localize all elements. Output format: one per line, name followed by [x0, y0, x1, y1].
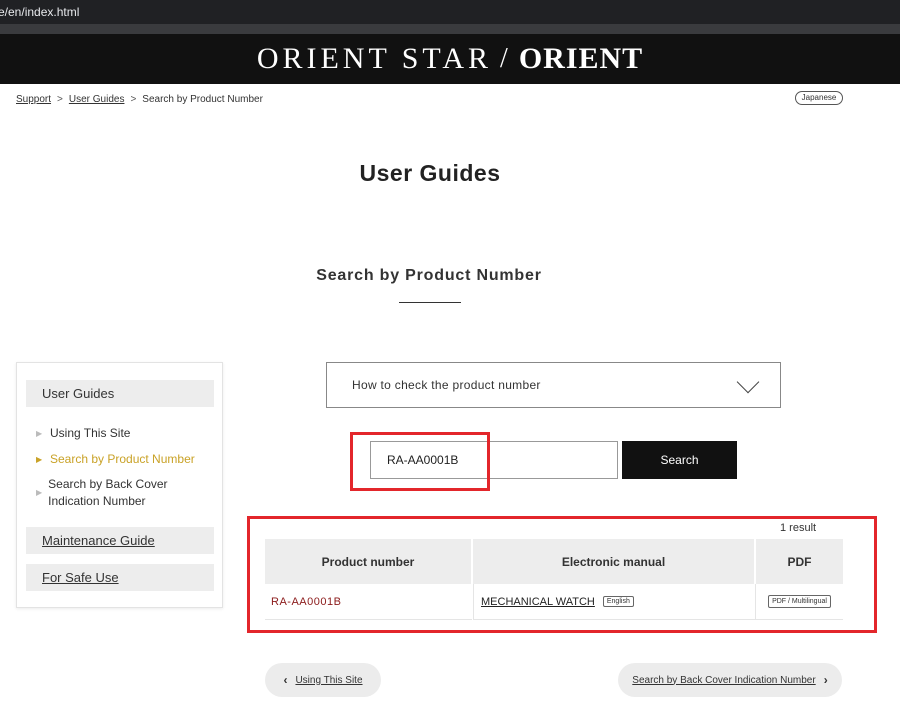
breadcrumb-separator: > — [57, 94, 63, 105]
brand-logo[interactable]: ORIENT STAR / ORIENT — [257, 42, 643, 76]
breadcrumb: Support > User Guides > Search by Produc… — [16, 94, 263, 105]
triangle-right-icon: ▶ — [36, 455, 43, 464]
section-title: Search by Product Number — [316, 267, 542, 284]
sidebar-item-search-product-number[interactable]: ▶ Search by Product Number — [36, 451, 195, 468]
brand-orient: ORIENT — [518, 42, 644, 75]
sidebar: User Guides ▶ Using This Site ▶ Search b… — [16, 362, 223, 608]
chevron-down-icon — [736, 370, 760, 394]
sidebar-item-using-this-site[interactable]: ▶ Using This Site — [36, 425, 130, 442]
sidebar-maintenance-guide[interactable]: Maintenance Guide — [26, 527, 214, 554]
prev-page-label: Using This Site — [295, 674, 363, 686]
sidebar-item-search-back-cover[interactable]: ▶ Search by Back Cover Indication Number — [36, 476, 196, 510]
highlight-box-search — [350, 432, 490, 491]
result-count: 1 result — [780, 522, 817, 534]
sidebar-item-label: Search by Back Cover Indication Number — [48, 477, 168, 508]
breadcrumb-support[interactable]: Support — [16, 94, 51, 105]
brand-orient-star: ORIENT STAR — [256, 42, 493, 75]
sidebar-header: User Guides — [26, 380, 214, 407]
howto-label: How to check the product number — [352, 378, 541, 392]
browser-address-bar[interactable]: e/en/index.html — [0, 0, 900, 24]
column-header-pdf: PDF — [756, 539, 843, 584]
sidebar-item-label: Using This Site — [50, 426, 131, 440]
sidebar-safe-use[interactable]: For Safe Use — [26, 564, 214, 591]
site-header: ORIENT STAR / ORIENT — [0, 34, 900, 84]
chevron-right-icon: › — [823, 673, 828, 687]
breadcrumb-separator: > — [130, 94, 137, 105]
result-pdf-cell: PDF / Multilingual — [755, 584, 843, 620]
breadcrumb-current: Search by Product Number — [142, 94, 263, 105]
next-page-label: Search by Back Cover Indication Number — [632, 674, 816, 686]
browser-toolbar-gap — [0, 24, 900, 34]
language-badge: English — [602, 596, 634, 607]
prev-page-button[interactable]: ‹ Using This Site — [265, 663, 381, 697]
triangle-right-icon: ▶ — [36, 488, 43, 497]
pdf-download-link[interactable]: PDF / Multilingual — [768, 595, 831, 608]
result-manual-link[interactable]: MECHANICAL WATCH — [481, 596, 595, 608]
brand-divider: / — [500, 43, 511, 74]
column-header-product-number: Product number — [265, 539, 471, 584]
column-header-electronic-manual: Electronic manual — [473, 539, 754, 584]
search-button[interactable]: Search — [622, 441, 737, 479]
next-page-button[interactable]: Search by Back Cover Indication Number › — [618, 663, 842, 697]
language-toggle-button[interactable]: Japanese — [795, 91, 843, 105]
sidebar-item-label: Search by Product Number — [50, 452, 195, 466]
title-underline — [399, 302, 461, 303]
result-product-number[interactable]: RA-AA0001B — [265, 584, 472, 620]
howto-accordion[interactable]: How to check the product number — [326, 362, 781, 408]
chevron-left-icon: ‹ — [283, 673, 288, 687]
page-title: User Guides — [359, 160, 501, 186]
url-text: e/en/index.html — [0, 5, 80, 19]
breadcrumb-user-guides[interactable]: User Guides — [69, 94, 125, 105]
triangle-right-icon: ▶ — [36, 429, 43, 438]
result-manual-cell: MECHANICAL WATCH English — [473, 584, 755, 620]
